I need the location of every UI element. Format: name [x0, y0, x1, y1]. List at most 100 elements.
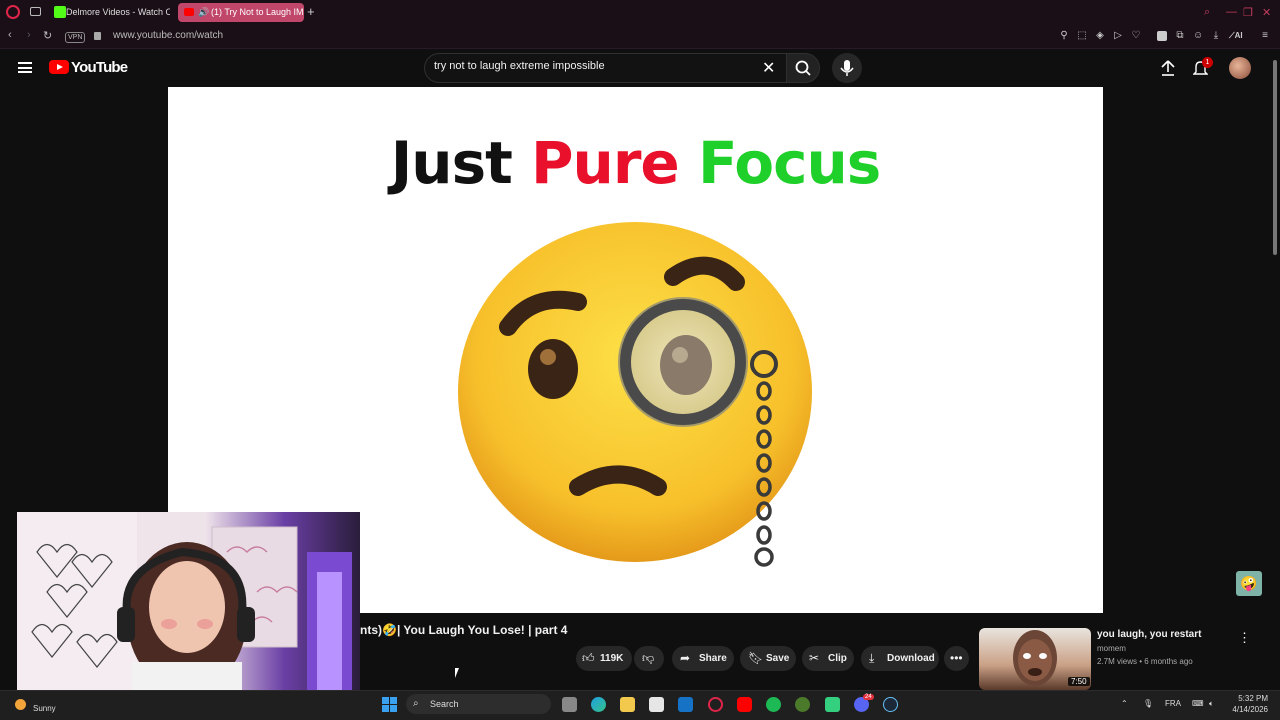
taskbar-search-icon: ⌕	[413, 698, 419, 709]
download-button[interactable]: ⤓ Download	[861, 646, 939, 671]
share-icon: ➦	[680, 651, 691, 665]
snapshot-icon[interactable]: ⬚	[1077, 31, 1087, 41]
lock-icon[interactable]	[94, 32, 101, 40]
tray-mic-icon[interactable]: 🎙︎	[1143, 699, 1153, 708]
microphone-icon	[840, 60, 854, 76]
tab-youtube-active[interactable]: (1) Try Not to Laugh IM	[178, 3, 304, 22]
voice-search-button[interactable]	[832, 53, 862, 83]
floating-reaction-icon[interactable]: 🤪	[1236, 571, 1262, 596]
pin-icon[interactable]: ⚲	[1059, 31, 1069, 41]
youtube-logo-icon[interactable]	[49, 60, 69, 74]
search-icon	[795, 60, 811, 76]
edge-icon[interactable]	[591, 697, 606, 712]
restore-icon[interactable]: ❐	[1243, 6, 1253, 19]
tray-chevron-icon[interactable]: ⌃	[1121, 699, 1128, 708]
extension-icon[interactable]	[1157, 31, 1167, 41]
discord-badge: 24	[863, 694, 874, 700]
taskbar-search[interactable]	[406, 694, 551, 714]
recommended-title[interactable]: you laugh, you restart	[1097, 629, 1201, 640]
dislike-button[interactable]: 👎︎	[634, 646, 664, 671]
search-input[interactable]	[434, 60, 754, 72]
like-button[interactable]: 👍︎ 119K	[576, 646, 632, 671]
download-arrow-icon[interactable]: ⤓	[1211, 31, 1221, 41]
clip-label: Clip	[828, 653, 847, 664]
weather-sun-icon[interactable]	[15, 699, 26, 710]
share-button[interactable]: ➦ Share	[672, 646, 734, 671]
youtube-favicon-icon	[184, 8, 194, 16]
clock-date: 4/14/2026	[1232, 705, 1268, 714]
clock-time: 5:32 PM	[1238, 694, 1268, 703]
speaker-icon[interactable]: 🔊	[198, 7, 209, 18]
taskbar-search-label[interactable]: Search	[430, 699, 459, 709]
webcam-streamer-image	[17, 512, 352, 705]
reload-icon[interactable]: ↻	[43, 29, 52, 42]
recommended-meta: 2.7M views • 6 months ago	[1097, 657, 1193, 666]
search-button[interactable]	[786, 53, 820, 83]
share-label: Share	[699, 653, 727, 664]
thumbs-down-icon: 👎︎	[642, 651, 655, 665]
save-button[interactable]: 🔖︎ Save	[740, 646, 796, 671]
video-title: nts)🤣| You Laugh You Lose! | part 4	[360, 623, 568, 637]
youtube-taskbar-icon[interactable]	[737, 697, 752, 712]
taskbar-clock[interactable]: 5:32 PM 4/14/2026	[1228, 693, 1268, 715]
opera-logo-icon[interactable]	[6, 5, 20, 19]
windows-taskbar	[0, 690, 1280, 720]
ai-label: AI	[1234, 31, 1243, 40]
play-icon[interactable]: ▷	[1113, 31, 1123, 41]
outlook-icon[interactable]	[678, 697, 693, 712]
tab-delmore-videos[interactable]: Delmore Videos - Watch O	[66, 3, 170, 22]
recommended-duration: 7:50	[1068, 677, 1090, 686]
profile-icon[interactable]: ☺	[1193, 31, 1203, 41]
windows-start-icon[interactable]	[382, 697, 397, 712]
clip-button[interactable]: ✂ Clip	[802, 646, 854, 671]
forward-icon[interactable]: ›	[27, 29, 31, 41]
weather-label[interactable]: Sunny	[33, 704, 56, 713]
shield-icon[interactable]: ◈	[1095, 31, 1105, 41]
close-window-icon[interactable]: ✕	[1262, 6, 1271, 19]
clear-search-icon[interactable]: ✕	[762, 58, 775, 78]
search-tabs-icon[interactable]: ⌕	[1204, 6, 1210, 19]
like-count: 119K	[600, 653, 624, 664]
minimize-icon[interactable]: —	[1226, 6, 1237, 18]
back-icon[interactable]: ‹	[8, 29, 12, 41]
steam-icon[interactable]	[883, 697, 898, 712]
network-icon[interactable]: ⌨	[1192, 699, 1204, 708]
tab-label: Delmore Videos - Watch O	[66, 7, 170, 17]
store-icon[interactable]	[649, 697, 664, 712]
file-explorer-icon[interactable]	[620, 697, 635, 712]
account-avatar[interactable]	[1229, 57, 1251, 79]
bookmark-icon: 🔖︎	[748, 651, 764, 665]
heart-icon[interactable]: ♡	[1131, 31, 1141, 41]
scissors-icon: ✂	[809, 651, 820, 665]
webcam-overlay	[17, 512, 360, 705]
new-tab-button[interactable]: +	[307, 4, 315, 19]
more-horizontal-icon: •••	[950, 651, 963, 665]
menu-icon[interactable]: ≡	[1260, 31, 1270, 41]
sidebar-toggle-icon[interactable]	[30, 7, 41, 16]
url-field[interactable]: www.youtube.com/watch	[113, 30, 223, 41]
opera-taskbar-icon[interactable]	[708, 697, 723, 712]
more-actions-button[interactable]: •••	[944, 646, 969, 671]
app-teal-icon[interactable]	[825, 697, 840, 712]
kick-favicon-icon	[54, 6, 66, 18]
volume-icon[interactable]: 🔈︎	[1209, 699, 1214, 709]
thumbs-up-icon: 👍︎	[582, 651, 595, 665]
puzzle-icon[interactable]: ⧉	[1175, 31, 1185, 41]
download-icon: ⤓	[869, 651, 875, 665]
language-indicator[interactable]: FRA	[1165, 699, 1181, 708]
ai-button[interactable]: ⟋AI	[1229, 31, 1243, 41]
download-label: Download	[887, 653, 935, 664]
app-green-icon[interactable]	[795, 697, 810, 712]
youtube-logo-text[interactable]: YouTube	[71, 59, 128, 76]
notification-count-badge: 1	[1202, 57, 1213, 68]
scrollbar-thumb[interactable]	[1273, 60, 1277, 255]
upload-icon[interactable]	[1161, 60, 1175, 76]
save-label: Save	[766, 653, 790, 664]
hamburger-menu-icon[interactable]	[18, 62, 32, 73]
task-view-icon[interactable]	[562, 697, 577, 712]
vpn-badge[interactable]: VPN	[65, 32, 86, 43]
recommended-more-icon[interactable]: ⋮	[1238, 630, 1251, 646]
spotify-icon[interactable]	[766, 697, 781, 712]
tab-label: (1) Try Not to Laugh IM	[211, 7, 304, 17]
recommended-channel[interactable]: momem	[1097, 644, 1126, 653]
